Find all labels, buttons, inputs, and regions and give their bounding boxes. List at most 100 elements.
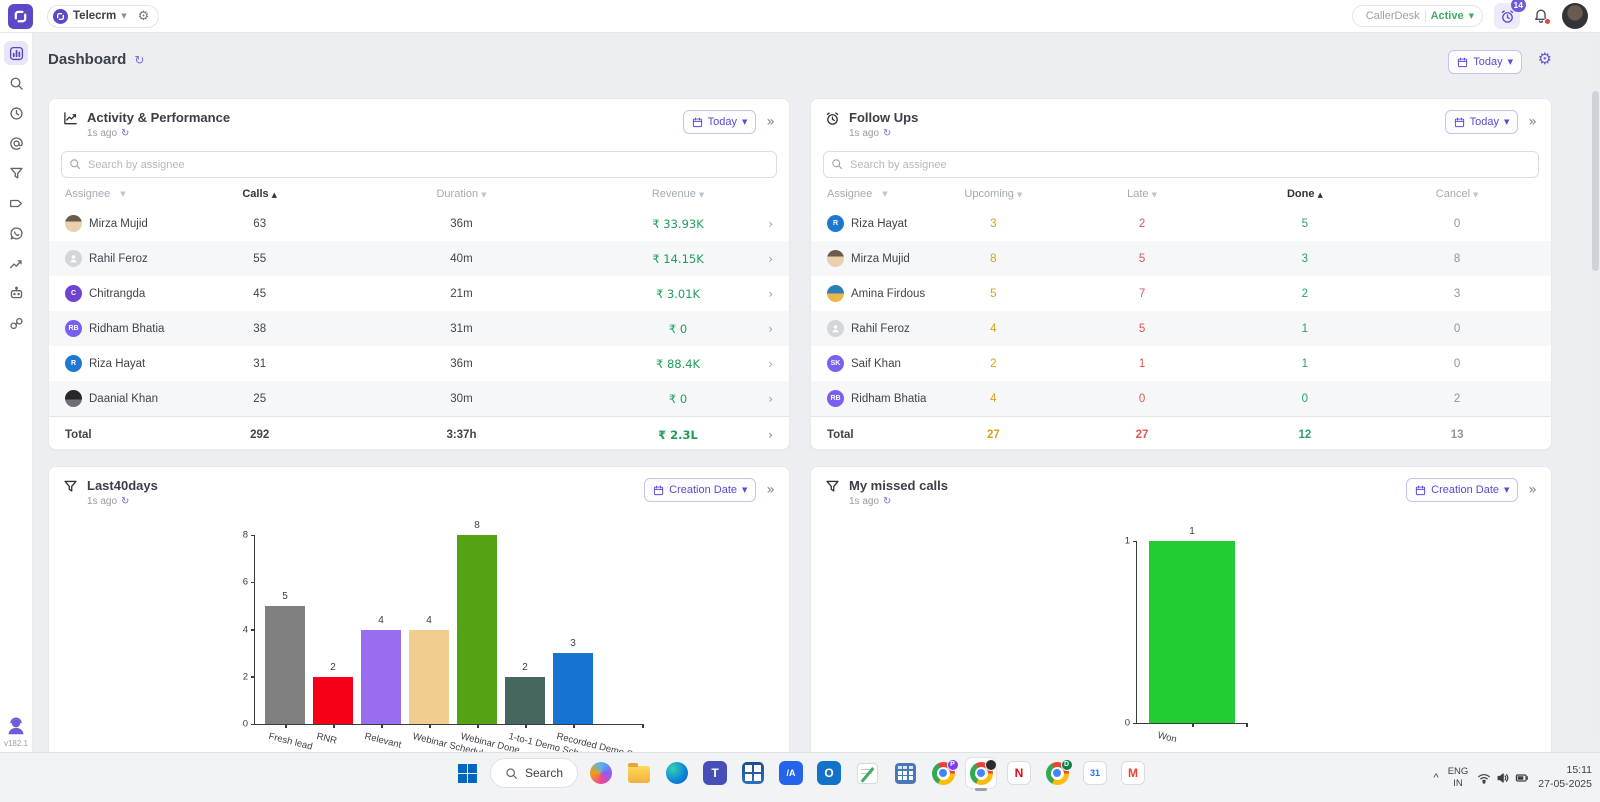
- table-row[interactable]: Daanial Khan2530m₹ 0›: [49, 381, 789, 416]
- sidebar-item-search[interactable]: [4, 71, 28, 95]
- panel-date-filter[interactable]: Today ▼: [683, 110, 757, 134]
- scrollbar-thumb[interactable]: [1592, 91, 1599, 271]
- column-header-revenue[interactable]: Revenue▼: [603, 188, 753, 200]
- search-input[interactable]: [61, 151, 777, 178]
- table-row[interactable]: CChitrangda4521m₹ 3.01K›: [49, 276, 789, 311]
- expand-panel-icon[interactable]: »: [766, 115, 775, 129]
- panel-follow-ups: Follow Ups 1s ago ↻ Today ▼ » Assi: [810, 98, 1552, 450]
- taskbar-icon-google-calendar[interactable]: 31: [1080, 758, 1110, 788]
- panel-title: Activity & Performance: [87, 110, 230, 125]
- chevron-right-icon[interactable]: ›: [753, 287, 773, 301]
- panel-date-filter[interactable]: Today ▼: [1445, 110, 1519, 134]
- sidebar-item-dashboard[interactable]: [4, 41, 28, 65]
- table-row[interactable]: RRiza Hayat3250: [811, 206, 1551, 241]
- notifications-button[interactable]: [1531, 6, 1551, 26]
- taskbar-icon-edge[interactable]: [662, 758, 692, 788]
- dashboard-settings-icon[interactable]: ⚙: [1538, 51, 1552, 67]
- x-axis-tick: [429, 724, 431, 728]
- taskbar-icon-office-briefcase[interactable]: [738, 758, 768, 788]
- refresh-icon[interactable]: ↻: [134, 53, 144, 67]
- taskbar-icon-notes[interactable]: [852, 758, 882, 788]
- revenue-cell: ₹ 3.01K: [603, 287, 753, 301]
- taskbar-icon-app-a[interactable]: /A: [776, 758, 806, 788]
- table-row[interactable]: RBRidham Bhatia3831m₹ 0›: [49, 311, 789, 346]
- callerdesk-status[interactable]: CallerDesk Active ▼: [1352, 5, 1483, 27]
- taskbar-icon-start[interactable]: [452, 758, 482, 788]
- table-row[interactable]: RBRidham Bhatia4002: [811, 381, 1551, 416]
- global-date-filter[interactable]: Today ▼: [1448, 50, 1522, 74]
- column-header-assignee[interactable]: Assignee▼: [827, 188, 933, 200]
- taskbar-icon-gmail[interactable]: M: [1118, 758, 1148, 788]
- taskbar-icon-chrome-profile-active[interactable]: [966, 758, 996, 788]
- panel-date-filter[interactable]: Creation Date ▼: [644, 478, 756, 502]
- taskbar-icon-calculator[interactable]: [890, 758, 920, 788]
- table-row[interactable]: Mirza Mujid8538: [811, 241, 1551, 276]
- column-header-assignee[interactable]: Assignee▼: [65, 188, 200, 200]
- reminders-button[interactable]: 14: [1494, 3, 1520, 29]
- table-row[interactable]: SKSaif Khan2110: [811, 346, 1551, 381]
- chevron-right-icon[interactable]: ›: [753, 217, 773, 231]
- expand-panel-icon[interactable]: »: [1528, 115, 1537, 129]
- user-avatar[interactable]: [1562, 3, 1588, 29]
- chevron-right-icon[interactable]: ›: [753, 357, 773, 371]
- refresh-icon[interactable]: ↻: [883, 496, 891, 507]
- chevron-right-icon[interactable]: ›: [753, 322, 773, 336]
- taskbar-icon-teams[interactable]: T: [700, 758, 730, 788]
- bar-rnr: [313, 677, 353, 724]
- sidebar-item-tag[interactable]: [4, 191, 28, 215]
- taskbar-icon-chrome-profile-p[interactable]: P: [928, 758, 958, 788]
- panel-title: Last40days: [87, 478, 158, 493]
- refresh-icon[interactable]: ↻: [883, 128, 891, 139]
- panel-date-filter[interactable]: Creation Date ▼: [1406, 478, 1518, 502]
- volume-icon[interactable]: [1496, 771, 1510, 785]
- sidebar-item-clock[interactable]: [4, 101, 28, 125]
- chevron-right-icon[interactable]: ›: [753, 392, 773, 406]
- taskbar-icon-outlook[interactable]: O: [814, 758, 844, 788]
- expand-panel-icon[interactable]: »: [1528, 483, 1537, 497]
- support-headset-icon[interactable]: [5, 715, 27, 737]
- column-header-duration[interactable]: Duration▼: [320, 188, 603, 200]
- sidebar-item-funnel[interactable]: [4, 161, 28, 185]
- taskbar-search[interactable]: Search: [490, 758, 578, 788]
- column-header-done[interactable]: Done▲: [1231, 188, 1380, 200]
- taskbar-icon-netflix[interactable]: N: [1004, 758, 1034, 788]
- table-row[interactable]: Amina Firdous5723: [811, 276, 1551, 311]
- taskbar-clock[interactable]: 15:11 27-05-2025: [1538, 764, 1592, 791]
- column-header-upcoming[interactable]: Upcoming▼: [933, 188, 1053, 200]
- sidebar-item-at[interactable]: [4, 131, 28, 155]
- sidebar-item-link[interactable]: [4, 311, 28, 335]
- system-tray[interactable]: [1477, 771, 1529, 785]
- table-row[interactable]: RRiza Hayat3136m₹ 88.4K›: [49, 346, 789, 381]
- wifi-icon[interactable]: [1477, 771, 1491, 785]
- windows-taskbar: Search T/A O P ND 31 M ^ ENG IN 15:11 27-05-20…: [0, 752, 1600, 802]
- table-row[interactable]: Mirza Mujid6336m₹ 33.93K›: [49, 206, 789, 241]
- refresh-icon[interactable]: ↻: [121, 496, 129, 507]
- taskbar-icon-explorer[interactable]: [624, 758, 654, 788]
- column-header-calls[interactable]: Calls▲: [200, 188, 320, 200]
- workspace-settings-icon[interactable]: ⚙: [138, 10, 150, 23]
- funnel-icon: [825, 479, 841, 495]
- page-scrollbar[interactable]: [1592, 36, 1599, 742]
- table-row[interactable]: Rahil Feroz4510: [811, 311, 1551, 346]
- expand-panel-icon[interactable]: »: [766, 483, 775, 497]
- refresh-icon[interactable]: ↻: [121, 128, 129, 139]
- sidebar-item-trend[interactable]: [4, 251, 28, 275]
- chevron-right-icon[interactable]: ›: [753, 252, 773, 266]
- assignee-name: Mirza Mujid: [851, 253, 910, 265]
- column-header-cancel[interactable]: Cancel▼: [1379, 188, 1535, 200]
- chevron-right-icon[interactable]: ›: [753, 428, 773, 442]
- telecrm-logo[interactable]: [8, 4, 33, 29]
- tray-overflow-caret[interactable]: ^: [1434, 772, 1439, 784]
- search-input[interactable]: [823, 151, 1539, 178]
- taskbar-icon-copilot[interactable]: [586, 758, 616, 788]
- sidebar-item-bot[interactable]: [4, 281, 28, 305]
- taskbar-icon-chrome-profile-d[interactable]: D: [1042, 758, 1072, 788]
- y-axis-tick-label: 6: [243, 577, 248, 588]
- table-row[interactable]: Rahil Feroz5540m₹ 14.15K›: [49, 241, 789, 276]
- workspace-switcher[interactable]: Telecrm ▼ ⚙: [47, 5, 159, 28]
- language-indicator[interactable]: ENG IN: [1448, 766, 1469, 790]
- column-header-late[interactable]: Late▼: [1054, 188, 1231, 200]
- battery-icon[interactable]: [1515, 771, 1529, 785]
- sidebar-item-whatsapp[interactable]: [4, 221, 28, 245]
- sidebar: v182.1: [0, 33, 33, 752]
